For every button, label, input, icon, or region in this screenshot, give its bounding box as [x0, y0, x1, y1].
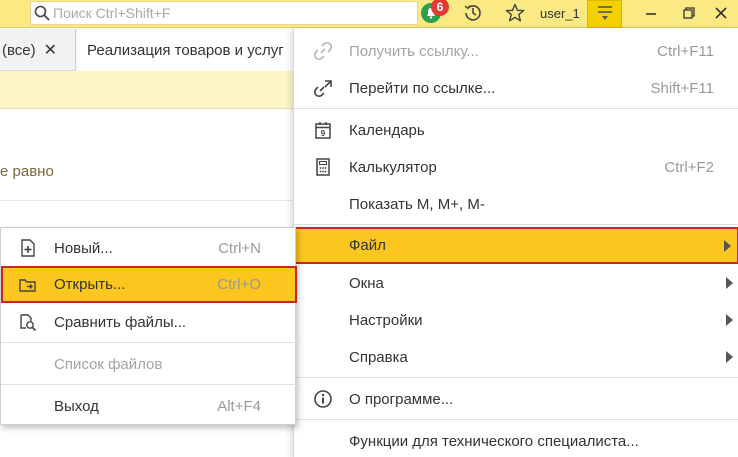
open-folder-icon	[17, 274, 39, 296]
menu-item-calculator[interactable]: Калькулятор Ctrl+F2	[294, 149, 738, 185]
menu-item-about[interactable]: О программе...	[294, 381, 738, 417]
history-icon	[463, 3, 483, 26]
menu-item-help[interactable]: Справка	[294, 339, 738, 375]
new-file-icon	[17, 237, 39, 259]
tab-label: Реализация товаров и услуг	[87, 41, 284, 59]
chevron-right-icon	[726, 314, 733, 326]
maximize-button[interactable]	[674, 0, 704, 28]
notifications-button[interactable]: 6	[414, 0, 449, 28]
divider	[0, 200, 300, 201]
tab-label: (все)	[2, 41, 36, 59]
goto-link-icon	[312, 77, 334, 99]
menu-item-label: Функции для технического специалиста...	[349, 432, 639, 450]
menu-icon	[595, 3, 615, 26]
tab-sales[interactable]: Реализация товаров и услуг	[77, 29, 297, 71]
submenu-item-compare[interactable]: Сравнить файлы...	[1, 304, 297, 340]
main-menu: Получить ссылку... Ctrl+F11 Перейти по с…	[293, 28, 738, 457]
maximize-icon	[682, 6, 696, 23]
menu-item-label: Перейти по ссылке...	[349, 79, 496, 97]
submenu-item-exit[interactable]: Выход Alt+F4	[1, 388, 297, 424]
menu-item-shortcut: Shift+F11	[650, 79, 714, 97]
chevron-right-icon	[726, 277, 733, 289]
chevron-right-icon	[724, 239, 731, 252]
link-icon	[312, 40, 334, 62]
minimize-icon	[644, 6, 658, 23]
calendar-icon-day: 9	[321, 129, 326, 138]
menu-item-label: Справка	[349, 348, 408, 366]
calculator-icon	[312, 156, 334, 178]
submenu-item-label: Открыть...	[54, 276, 126, 293]
main-menu-button[interactable]	[587, 0, 622, 28]
menu-separator	[294, 108, 738, 109]
submenu-item-shortcut: Ctrl+N	[218, 239, 261, 257]
menu-item-calendar[interactable]: 9 Календарь	[294, 112, 738, 148]
menu-item-label: Файл	[349, 237, 386, 254]
submenu-item-open[interactable]: Открыть... Ctrl+O	[1, 266, 297, 303]
menu-separator	[294, 224, 738, 225]
chevron-right-icon	[726, 351, 733, 363]
menu-item-get-link[interactable]: Получить ссылку... Ctrl+F11	[294, 33, 738, 69]
menu-item-label: Настройки	[349, 311, 423, 329]
submenu-item-label: Сравнить файлы...	[54, 313, 187, 331]
tab-bar: (все) ✕ Реализация товаров и услуг	[0, 29, 300, 71]
menu-item-windows[interactable]: Окна	[294, 265, 738, 301]
menu-item-settings[interactable]: Настройки	[294, 302, 738, 338]
submenu-item-new[interactable]: Новый... Ctrl+N	[1, 230, 297, 266]
favorites-button[interactable]	[500, 0, 530, 28]
submenu-item-label: Выход	[54, 397, 99, 415]
submenu-item-label: Список файлов	[54, 355, 163, 373]
tab-close-icon[interactable]: ✕	[44, 40, 57, 60]
menu-separator	[1, 384, 297, 385]
info-icon	[312, 388, 334, 410]
submenu-item-shortcut: Alt+F4	[217, 397, 261, 415]
menu-item-label: О программе...	[349, 390, 454, 408]
menu-separator	[294, 377, 738, 378]
notifications-badge: 6	[431, 0, 449, 16]
menu-item-goto-link[interactable]: Перейти по ссылке... Shift+F11	[294, 70, 738, 106]
menu-item-label: Калькулятор	[349, 158, 437, 176]
menu-item-shortcut: Ctrl+F2	[664, 158, 714, 176]
compare-files-icon	[17, 311, 39, 333]
command-bar	[0, 71, 300, 109]
history-button[interactable]	[458, 0, 488, 28]
close-icon	[714, 6, 728, 23]
close-window-button[interactable]	[706, 0, 736, 28]
menu-item-label: Показать M, M+, M-	[349, 195, 485, 213]
search-icon	[31, 2, 53, 24]
submenu-item-shortcut: Ctrl+O	[217, 276, 261, 293]
tab-all[interactable]: (все) ✕	[0, 29, 76, 71]
filter-condition-text: е равно	[0, 163, 54, 180]
file-submenu: Новый... Ctrl+N Открыть... Ctrl+O Сравни…	[0, 227, 297, 425]
menu-item-label: Получить ссылку...	[349, 42, 479, 60]
menu-item-tech-functions[interactable]: Функции для технического специалиста...	[294, 423, 738, 457]
menu-item-show-memory[interactable]: Показать M, M+, M-	[294, 186, 738, 222]
user-name[interactable]: user_1	[540, 6, 580, 21]
menu-item-file[interactable]: Файл	[294, 227, 738, 264]
star-icon	[505, 3, 525, 26]
menu-item-label: Календарь	[349, 121, 425, 139]
calendar-icon: 9	[312, 119, 334, 141]
submenu-item-label: Новый...	[54, 239, 113, 257]
submenu-item-file-list[interactable]: Список файлов	[1, 346, 297, 382]
menu-separator	[1, 342, 297, 343]
menu-item-label: Окна	[349, 274, 384, 292]
top-bar: 6 user_1	[0, 0, 738, 28]
search-input[interactable]	[53, 5, 403, 21]
minimize-button[interactable]	[636, 0, 666, 28]
menu-item-shortcut: Ctrl+F11	[657, 42, 714, 60]
menu-separator	[294, 419, 738, 420]
search-box[interactable]	[30, 1, 418, 25]
